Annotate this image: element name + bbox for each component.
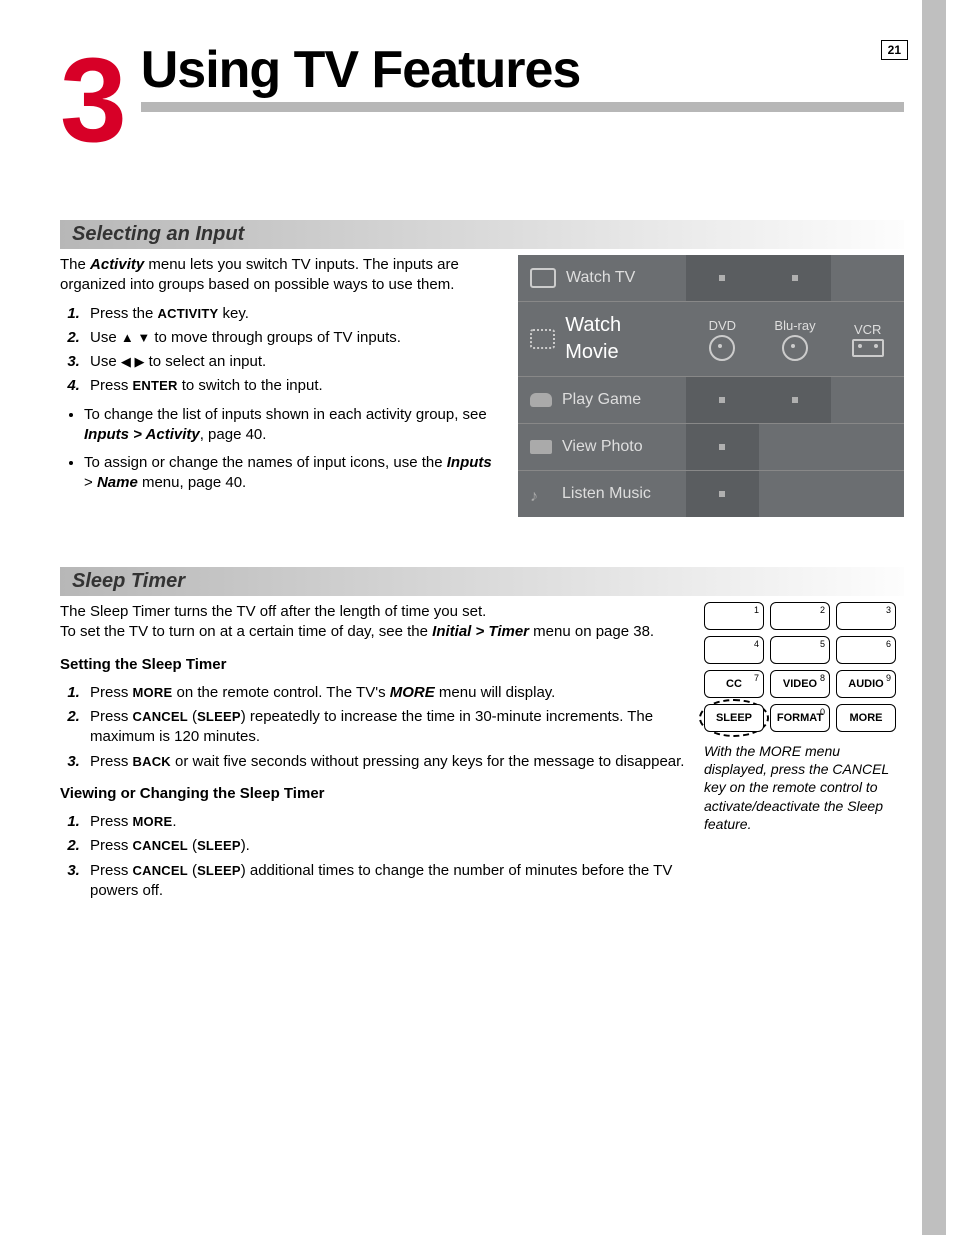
remote-btn-5: 5 xyxy=(770,636,830,664)
set-sleep-heading: Setting the Sleep Timer xyxy=(60,655,688,675)
input-notes: To change the list of inputs shown in ea… xyxy=(60,405,502,494)
remote-btn-1: 1 xyxy=(704,602,764,630)
movie-icon xyxy=(530,329,555,349)
remote-figure: 1 2 3 4 5 6 CC7 VIDEO8 AUDIO9 SLEEP FORM… xyxy=(704,602,904,833)
game-icon xyxy=(530,393,552,407)
input-steps: Press the ACTIVITY key. Use ▲ ▼ to move … xyxy=(60,304,502,397)
photo-icon xyxy=(530,440,552,454)
input-intro: The Activity menu lets you switch TV inp… xyxy=(60,255,502,296)
chapter-number: 3 xyxy=(60,40,123,160)
remote-btn-3: 3 xyxy=(836,602,896,630)
remote-btn-audio: AUDIO9 xyxy=(836,670,896,698)
remote-btn-video: VIDEO8 xyxy=(770,670,830,698)
music-icon: ♪ xyxy=(530,486,552,502)
remote-btn-sleep: SLEEP xyxy=(704,704,764,732)
disc-icon xyxy=(782,335,808,361)
page-edge-bar xyxy=(922,0,946,1235)
tv-icon xyxy=(530,268,556,288)
left-right-arrows-icon: ◀ ▶ xyxy=(121,354,145,369)
remote-caption: With the MORE menu displayed, press the … xyxy=(704,742,904,833)
chapter-header: 3 Using TV Features xyxy=(60,40,904,160)
remote-btn-2: 2 xyxy=(770,602,830,630)
up-down-arrows-icon: ▲ ▼ xyxy=(121,330,150,345)
remote-btn-format: FORMAT0 xyxy=(770,704,830,732)
section-heading-sleep: Sleep Timer xyxy=(60,567,904,596)
remote-btn-6: 6 xyxy=(836,636,896,664)
view-sleep-heading: Viewing or Changing the Sleep Timer xyxy=(60,784,688,804)
section-heading-input: Selecting an Input xyxy=(60,220,904,249)
chapter-title: Using TV Features xyxy=(141,40,904,100)
title-underline xyxy=(141,102,904,112)
activity-menu-figure: Watch TV Watch Movie DVD Blu-ray VCR Pla… xyxy=(518,255,904,517)
remote-btn-more: MORE xyxy=(836,704,896,732)
view-sleep-steps: Press MORE. Press CANCEL (SLEEP). Press … xyxy=(60,812,688,901)
disc-icon xyxy=(709,335,735,361)
sleep-p2: To set the TV to turn on at a certain ti… xyxy=(60,622,688,642)
vcr-icon xyxy=(852,339,884,357)
page-number: 21 xyxy=(881,40,908,60)
sleep-p1: The Sleep Timer turns the TV off after t… xyxy=(60,602,688,622)
sleep-highlight-ring: SLEEP xyxy=(704,704,764,732)
remote-btn-4: 4 xyxy=(704,636,764,664)
remote-btn-cc: CC7 xyxy=(704,670,764,698)
set-sleep-steps: Press MORE on the remote control. The TV… xyxy=(60,683,688,772)
